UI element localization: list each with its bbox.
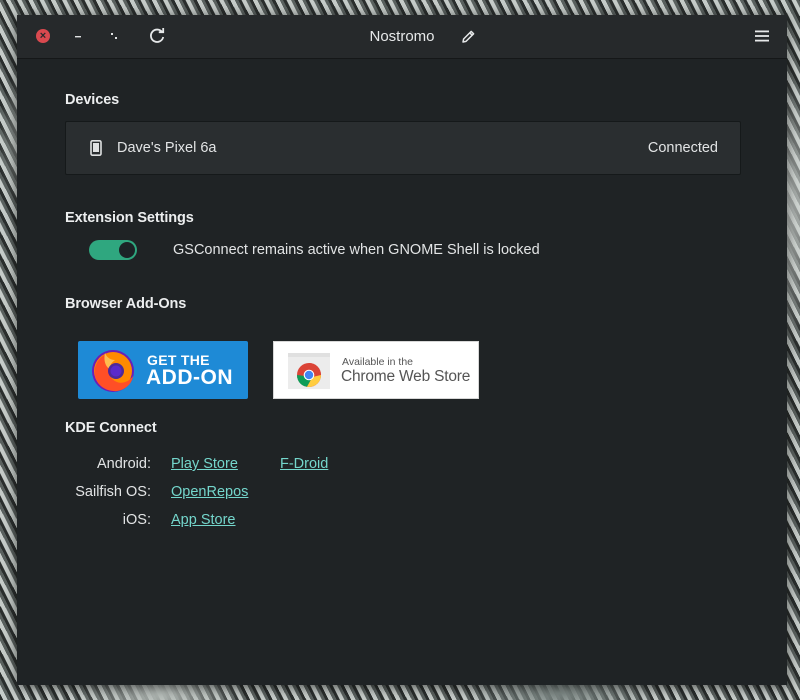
toggle-knob xyxy=(119,242,135,258)
smartphone-icon xyxy=(90,140,102,156)
titlebar: × Nostromo xyxy=(17,15,787,59)
chrome-web-store-logo xyxy=(288,353,330,389)
sailfish-os-label: Sailfish OS: xyxy=(75,484,151,500)
play-store-link[interactable]: Play Store xyxy=(171,456,238,472)
devices-heading: Devices xyxy=(65,92,120,108)
android-label: Android: xyxy=(96,456,151,472)
main-content: Devices Dave's Pixel 6a Connected Extens… xyxy=(17,59,787,685)
firefox-badge-line2: ADD-ON xyxy=(146,366,233,389)
kde-connect-heading: KDE Connect xyxy=(65,420,157,436)
device-row[interactable]: Dave's Pixel 6a Connected xyxy=(65,121,741,175)
hamburger-menu-icon xyxy=(755,30,769,42)
extension-settings-heading: Extension Settings xyxy=(65,210,194,226)
chrome-badge-line1: Available in the xyxy=(342,356,414,368)
window-title: Nostromo xyxy=(369,28,435,45)
f-droid-link[interactable]: F-Droid xyxy=(280,456,328,472)
browser-addons-heading: Browser Add-Ons xyxy=(65,296,187,312)
ios-label: iOS: xyxy=(122,512,151,528)
rename-button[interactable] xyxy=(458,27,478,47)
device-status: Connected xyxy=(647,140,718,156)
app-store-link[interactable]: App Store xyxy=(171,512,236,528)
firefox-addon-badge[interactable]: GET THE ADD-ON xyxy=(78,341,248,399)
chrome-web-store-badge[interactable]: Available in the Chrome Web Store xyxy=(273,341,479,399)
pencil-icon xyxy=(462,30,475,43)
chrome-badge-line2: Chrome Web Store xyxy=(341,368,471,385)
device-name: Dave's Pixel 6a xyxy=(117,140,217,156)
menu-button[interactable] xyxy=(752,26,772,46)
lock-screen-toggle-label: GSConnect remains active when GNOME Shel… xyxy=(173,242,540,258)
gsconnect-window: × Nostromo Devices Dave's Pixel 6a Conne… xyxy=(17,15,787,685)
openrepos-link[interactable]: OpenRepos xyxy=(171,484,248,500)
lock-screen-toggle[interactable] xyxy=(89,240,137,260)
firefox-logo xyxy=(92,350,134,392)
